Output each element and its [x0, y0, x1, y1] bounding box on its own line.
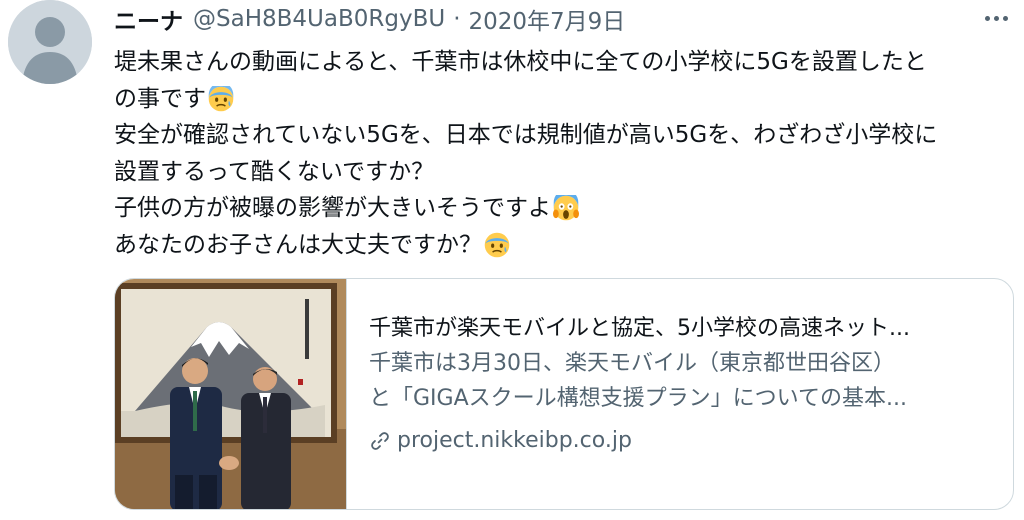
link-icon	[371, 432, 389, 450]
tweet-text-line: 設置するって酷くないですか？	[114, 154, 1014, 191]
card-domain[interactable]: project.nikkeibp.co.jp	[369, 425, 999, 457]
default-avatar-icon	[8, 0, 92, 84]
tweet-date[interactable]: 2020年7月9日	[469, 2, 626, 36]
display-name[interactable]: ニーナ	[114, 2, 183, 36]
card-body: 千葉市が楽天モバイルと協定、5小学校の高速ネット... 千葉市は3月30日、楽天…	[369, 313, 999, 457]
link-preview-card[interactable]: 千葉市が楽天モバイルと協定、5小学校の高速ネット... 千葉市は3月30日、楽天…	[114, 278, 1014, 510]
card-domain-text[interactable]: project.nikkeibp.co.jp	[397, 425, 632, 457]
tweet-text-line: の事です	[114, 81, 1014, 118]
tweet-text: 堤未果さんの動画によると、千葉市は休校中に全ての小学校に5Gを設置したと の事で…	[114, 44, 1014, 263]
tweet-text-segment: 安全が確認されていない5Gを、日本では規制値が高い5Gを、わざわざ小学校に	[114, 122, 938, 148]
tweet-text-segment: の事です	[114, 85, 206, 112]
more-options-icon[interactable]	[980, 6, 1012, 30]
tweet-text-segment: 設置するって酷くないですか？	[114, 158, 435, 185]
tweet-text-segment: 子供の方が被曝の影響が大きいそうですよ	[114, 195, 551, 221]
screaming-face-emoji	[553, 195, 579, 221]
anxious-face-with-sweat-emoji	[208, 85, 234, 112]
card-description-line: と「GIGAスクール構想支援プラン」についての基本...	[369, 386, 907, 411]
tweet-header: ニーナ @SaH8B4UaB0RgyBU · 2020年7月9日	[114, 2, 625, 36]
tweet-text-line: 安全が確認されていない5Gを、日本では規制値が高い5Gを、わざわざ小学校に	[114, 117, 1014, 154]
user-handle[interactable]: @SaH8B4UaB0RgyBU	[193, 6, 445, 32]
avatar[interactable]	[8, 0, 92, 84]
tweet-text-segment: あなたのお子さんは大丈夫ですか？	[114, 231, 482, 258]
tweet-text-line: あなたのお子さんは大丈夫ですか？	[114, 227, 1014, 264]
card-description-line: 千葉市は3月30日、楽天モバイル（東京都世田谷区）	[369, 351, 895, 376]
tweet-text-line: 子供の方が被曝の影響が大きいそうですよ	[114, 190, 1014, 227]
card-photo	[115, 279, 346, 509]
card-title: 千葉市が楽天モバイルと協定、5小学校の高速ネット...	[369, 316, 910, 341]
card-image[interactable]	[115, 279, 347, 509]
separator-dot: ·	[453, 6, 461, 32]
tweet: ニーナ @SaH8B4UaB0RgyBU · 2020年7月9日 堤未果さんの動…	[0, 0, 1024, 520]
tweet-text-segment: 堤未果さんの動画によると、千葉市は休校中に全ての小学校に5Gを設置したと	[114, 49, 927, 75]
anxious-face-with-sweat-emoji	[484, 232, 510, 258]
tweet-text-line: 堤未果さんの動画によると、千葉市は休校中に全ての小学校に5Gを設置したと	[114, 44, 1014, 81]
